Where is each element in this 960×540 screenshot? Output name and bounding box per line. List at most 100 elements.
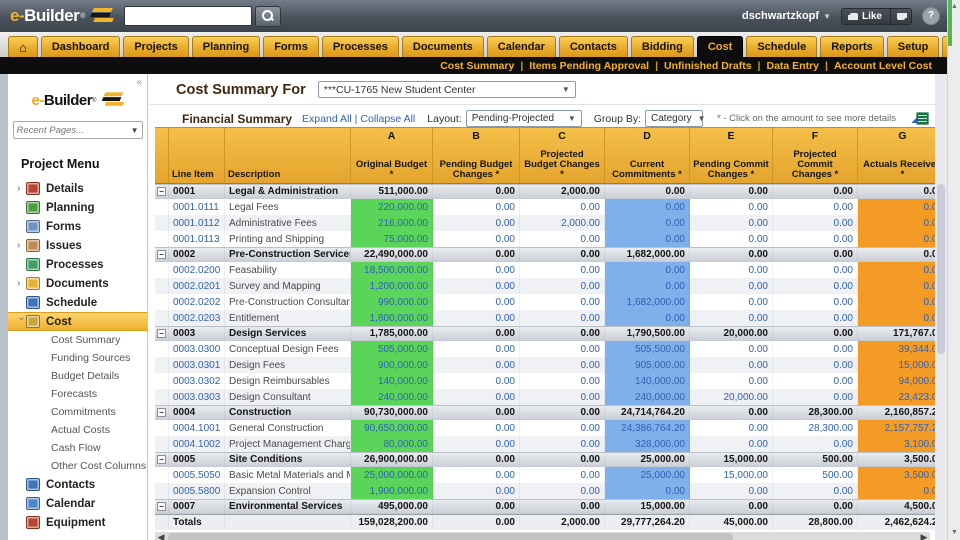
sidebar-item-cost[interactable]: ›Cost [8, 312, 147, 331]
amount-g-0004.1001[interactable]: 2,157,757.20 [858, 420, 935, 436]
sidebar-item-equipment[interactable]: Equipment [8, 513, 147, 532]
sidebar-subitem-budget-details[interactable]: Budget Details [8, 367, 147, 385]
amount-a-0004.1002[interactable]: 80,000.00 [351, 436, 433, 452]
amount-f-0004.1002[interactable]: 0.00 [773, 436, 858, 452]
amount-b-0002.0202[interactable]: 0.00 [433, 294, 520, 310]
amount-d-0002.0202[interactable]: 1,682,000.00 [605, 294, 690, 310]
amount-d-0003[interactable]: 1,790,500.00 [605, 327, 690, 340]
amount-c-0001.0111[interactable]: 0.00 [520, 199, 605, 215]
amount-d-0004.1001[interactable]: 24,386,764.20 [605, 420, 690, 436]
amount-g-0003.0301[interactable]: 15,000.00 [858, 357, 935, 373]
amount-b-0001.0112[interactable]: 0.00 [433, 215, 520, 231]
amount-e-0001[interactable]: 0.00 [690, 185, 773, 198]
line-item-link[interactable]: 0003.0303 [169, 389, 225, 405]
amount-c-0003.0301[interactable]: 0.00 [520, 357, 605, 373]
amount-f-0004[interactable]: 28,300.00 [773, 406, 858, 419]
amount-d-0004[interactable]: 24,714,764.20 [605, 406, 690, 419]
amount-g-0001.0112[interactable]: 0.00 [858, 215, 935, 231]
sidebar-logo[interactable]: e-Builder® [8, 92, 147, 109]
amount-c-0002.0202[interactable]: 0.00 [520, 294, 605, 310]
amount-e-0003.0303[interactable]: 20,000.00 [690, 389, 773, 405]
amount-g-0002.0202[interactable]: 0.00 [858, 294, 935, 310]
tab-forms[interactable]: Forms [263, 36, 319, 57]
collapse-all-link[interactable]: Collapse All [360, 113, 415, 125]
amount-a-0001.0113[interactable]: 75,000.00 [351, 231, 433, 247]
amount-c-0003.0303[interactable]: 0.00 [520, 389, 605, 405]
amount-e-0004.1001[interactable]: 0.00 [690, 420, 773, 436]
line-item-link[interactable]: 0001.0112 [169, 215, 225, 231]
table-horizontal-scrollbar[interactable]: ◀ ▶ [155, 532, 930, 540]
amount-b-0007[interactable]: 0.00 [433, 500, 520, 513]
amount-a-0002.0203[interactable]: 1,800,000.00 [351, 310, 433, 326]
amount-f-0003.0303[interactable]: 0.00 [773, 389, 858, 405]
layout-select[interactable]: Pending-Projected ▼ [466, 110, 582, 127]
amount-a-0003[interactable]: 1,785,000.00 [351, 327, 433, 340]
amount-e-0001.0111[interactable]: 0.00 [690, 199, 773, 215]
like-button[interactable]: Like [842, 9, 890, 24]
amount-a-0003.0302[interactable]: 140,000.00 [351, 373, 433, 389]
tab-schedule[interactable]: Schedule [746, 36, 817, 57]
subnav-link-unfinished-drafts[interactable]: Unfinished Drafts [664, 60, 752, 72]
amount-d-0004.1002[interactable]: 328,000.00 [605, 436, 690, 452]
amount-c-0001[interactable]: 2,000.00 [520, 185, 605, 198]
amount-c-0001.0112[interactable]: 2,000.00 [520, 215, 605, 231]
amount-f-0002.0200[interactable]: 0.00 [773, 262, 858, 278]
table-vertical-scrollbar[interactable] [935, 74, 947, 540]
ebuilder-logo[interactable]: e-Builder® [10, 6, 112, 26]
amount-e-0004[interactable]: 0.00 [690, 406, 773, 419]
amount-d-0005.5050[interactable]: 25,000.00 [605, 467, 690, 483]
amount-a-0002.0202[interactable]: 990,000.00 [351, 294, 433, 310]
amount-a-0001.0112[interactable]: 216,000.00 [351, 215, 433, 231]
line-item-link[interactable]: 0003.0300 [169, 341, 225, 357]
search-button[interactable] [255, 6, 281, 27]
sidebar-subitem-actual-costs[interactable]: Actual Costs [8, 421, 147, 439]
subnav-link-cost-summary[interactable]: Cost Summary [440, 60, 514, 72]
amount-e-0001.0113[interactable]: 0.00 [690, 231, 773, 247]
amount-e-0007[interactable]: 0.00 [690, 500, 773, 513]
amount-a-0005.5800[interactable]: 1,900,000.00 [351, 483, 433, 499]
amount-d-0007[interactable]: 15,000.00 [605, 500, 690, 513]
tab-contacts[interactable]: Contacts [559, 36, 628, 57]
scroll-left-arrow[interactable]: ◀ [155, 532, 167, 540]
amount-g-0004[interactable]: 2,160,857.20 [858, 406, 935, 419]
groupby-select[interactable]: Category ▼ [645, 110, 703, 127]
amount-b-0004.1001[interactable]: 0.00 [433, 420, 520, 436]
sidebar-subitem-funding-sources[interactable]: Funding Sources [8, 349, 147, 367]
amount-d-0003.0301[interactable]: 905,000.00 [605, 357, 690, 373]
amount-a-0005.5050[interactable]: 25,000,000.00 [351, 467, 433, 483]
amount-b-0004.1002[interactable]: 0.00 [433, 436, 520, 452]
amount-g-0002.0201[interactable]: 0.00 [858, 278, 935, 294]
search-input[interactable] [124, 6, 252, 26]
line-item-link[interactable]: 0003.0301 [169, 357, 225, 373]
scroll-up-arrow[interactable]: ▲ [951, 3, 958, 10]
amount-e-0002.0203[interactable]: 0.00 [690, 310, 773, 326]
totals-amount-a[interactable]: 159,028,200.00 [351, 515, 433, 530]
amount-c-0001.0113[interactable]: 0.00 [520, 231, 605, 247]
line-item-link[interactable]: 0004.1002 [169, 436, 225, 452]
amount-g-0003[interactable]: 171,767.00 [858, 327, 935, 340]
amount-c-0005[interactable]: 0.00 [520, 453, 605, 466]
tab-dashboard[interactable]: Dashboard [41, 36, 120, 57]
amount-d-0003.0300[interactable]: 505,500.00 [605, 341, 690, 357]
amount-b-0002.0201[interactable]: 0.00 [433, 278, 520, 294]
line-item-link[interactable]: 0001.0111 [169, 199, 225, 215]
amount-b-0003.0301[interactable]: 0.00 [433, 357, 520, 373]
dislike-button[interactable] [890, 9, 911, 24]
amount-f-0005.5800[interactable]: 0.00 [773, 483, 858, 499]
sidebar-subitem-cost-summary[interactable]: Cost Summary [8, 331, 147, 349]
amount-c-0007[interactable]: 0.00 [520, 500, 605, 513]
amount-b-0001.0113[interactable]: 0.00 [433, 231, 520, 247]
totals-amount-g[interactable]: 2,462,624.20 [858, 515, 935, 530]
amount-c-0002[interactable]: 0.00 [520, 248, 605, 261]
amount-b-0001[interactable]: 0.00 [433, 185, 520, 198]
amount-d-0003.0302[interactable]: 140,000.00 [605, 373, 690, 389]
line-item-link[interactable]: 0005.5800 [169, 483, 225, 499]
amount-a-0001[interactable]: 511,000.00 [351, 185, 433, 198]
sidebar-item-schedule[interactable]: Schedule [8, 293, 147, 312]
amount-a-0004[interactable]: 90,730,000.00 [351, 406, 433, 419]
amount-e-0003.0301[interactable]: 0.00 [690, 357, 773, 373]
tab-planning[interactable]: Planning [192, 36, 260, 57]
amount-e-0002.0201[interactable]: 0.00 [690, 278, 773, 294]
tab-documents[interactable]: Documents [402, 36, 484, 57]
amount-g-0002.0200[interactable]: 0.00 [858, 262, 935, 278]
